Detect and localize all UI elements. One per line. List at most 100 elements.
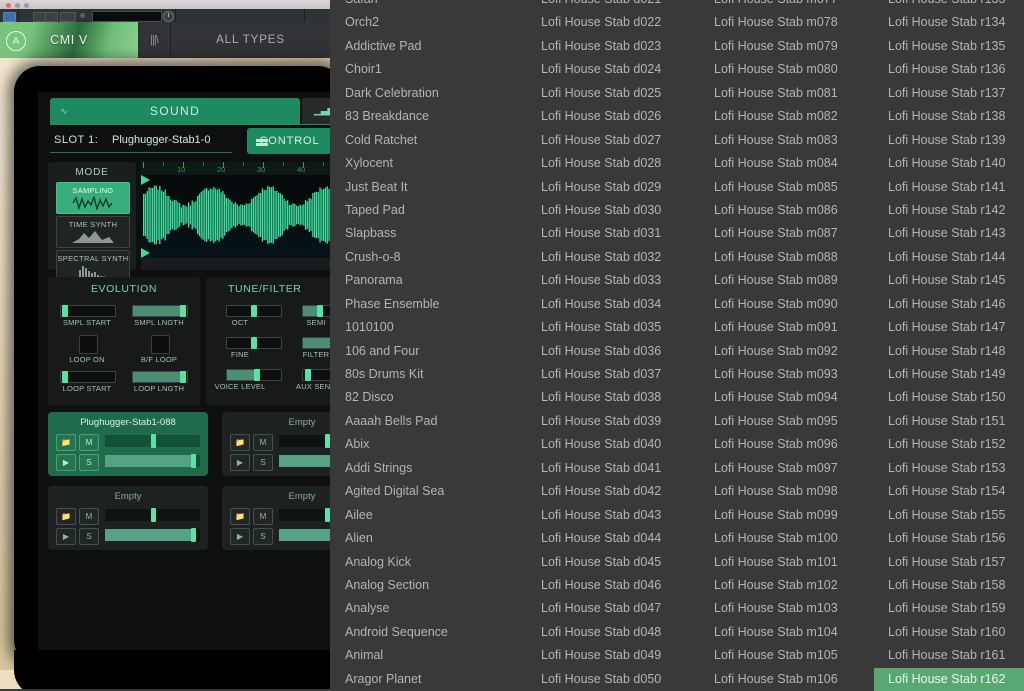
list-item[interactable]: Addictive Pad (330, 35, 526, 58)
slider-smpl-lngth[interactable] (132, 305, 188, 317)
slider-loop-start[interactable] (60, 371, 116, 383)
play-icon[interactable]: ▶ (56, 454, 76, 471)
slider-voice-level[interactable] (226, 369, 282, 381)
start-marker-icon[interactable] (141, 175, 150, 185)
list-item[interactable]: Lofi House Stab r162 (874, 667, 1024, 691)
list-item[interactable]: Lofi House Stab m089 (699, 269, 874, 292)
list-item[interactable]: Analyse (330, 597, 526, 620)
list-item[interactable]: Orch2 (330, 11, 526, 34)
maximize-icon[interactable] (24, 2, 29, 8)
list-item[interactable]: Lofi House Stab r143 (874, 222, 1024, 245)
list-item[interactable]: Lofi House Stab r139 (874, 129, 1024, 152)
list-item[interactable]: Lofi House Stab d038 (526, 386, 699, 409)
list-item[interactable]: Lofi House Stab m082 (699, 105, 874, 128)
list-item[interactable]: Lofi House Stab m091 (699, 316, 874, 339)
slider-semi[interactable] (302, 305, 330, 317)
list-item[interactable]: 1010100 (330, 316, 526, 339)
list-item[interactable]: Lofi House Stab m078 (699, 11, 874, 34)
list-item[interactable]: Lofi House Stab d030 (526, 199, 699, 222)
play-icon[interactable]: ▶ (230, 454, 250, 471)
list-item[interactable]: Lofi House Stab d027 (526, 129, 699, 152)
list-item[interactable]: Lofi House Stab d036 (526, 340, 699, 363)
mute-button[interactable]: M (253, 508, 273, 525)
list-item[interactable]: Lofi House Stab r138 (874, 105, 1024, 128)
list-item[interactable]: Panorama (330, 269, 526, 292)
record-icon[interactable] (3, 11, 16, 22)
slot-panel-3[interactable]: Empty 📁 M ▶ S (48, 486, 208, 550)
list-item[interactable]: Lofi House Stab r150 (874, 386, 1024, 409)
list-item[interactable]: Lofi House Stab d029 (526, 176, 699, 199)
list-item[interactable]: Lofi House Stab d033 (526, 269, 699, 292)
list-item[interactable]: Lofi House Stab d025 (526, 82, 699, 105)
list-item[interactable]: Lofi House Stab d040 (526, 433, 699, 456)
list-item[interactable]: Slapbass (330, 222, 526, 245)
list-item[interactable]: Lofi House Stab r146 (874, 293, 1024, 316)
list-item[interactable]: Lofi House Stab m098 (699, 480, 874, 503)
mute-button[interactable]: M (253, 434, 273, 451)
preset-column-3[interactable]: Lofi House Stab m077Lofi House Stab m078… (699, 0, 874, 686)
list-item[interactable]: Analog Kick (330, 551, 526, 574)
slot-panel-4[interactable]: Empty 📁 M ▶ S (222, 486, 330, 550)
solo-button[interactable]: S (79, 454, 99, 471)
list-item[interactable]: Xylocent (330, 152, 526, 175)
list-item[interactable]: Lofi House Stab m101 (699, 551, 874, 574)
tab-all-types[interactable]: ALL TYPES (171, 22, 330, 58)
list-item[interactable]: Choir1 (330, 58, 526, 81)
list-item[interactable]: Lofi House Stab d032 (526, 246, 699, 269)
list-item[interactable]: Lofi House Stab r144 (874, 246, 1024, 269)
toggle-bf-loop[interactable] (151, 335, 170, 354)
list-item[interactable]: Abix (330, 433, 526, 456)
slider-smpl-start[interactable] (60, 305, 116, 317)
list-item[interactable]: Lofi House Stab m093 (699, 363, 874, 386)
list-item[interactable]: Lofi House Stab d037 (526, 363, 699, 386)
list-item[interactable]: Lofi House Stab d049 (526, 644, 699, 667)
list-item[interactable]: Aaaah Bells Pad (330, 410, 526, 433)
solo-button[interactable]: S (253, 454, 273, 471)
stop-icon[interactable] (80, 13, 85, 18)
list-item[interactable]: Lofi House Stab m095 (699, 410, 874, 433)
list-item[interactable]: Lofi House Stab r157 (874, 551, 1024, 574)
host-value-field[interactable] (92, 11, 162, 22)
mode-button-sampling[interactable]: SAMPLING (56, 182, 130, 214)
play-icon[interactable]: ▶ (230, 528, 250, 545)
play-icon[interactable]: ▶ (56, 528, 76, 545)
list-item[interactable]: Analog Section (330, 574, 526, 597)
list-item[interactable]: Lofi House Stab m081 (699, 82, 874, 105)
list-item[interactable]: Lofi House Stab d031 (526, 222, 699, 245)
preset-column-2[interactable]: Lofi House Stab d021Lofi House Stab d022… (526, 0, 699, 686)
list-item[interactable]: Lofi House Stab r161 (874, 644, 1024, 667)
slot-pan-slider[interactable] (279, 508, 330, 522)
solo-button[interactable]: S (79, 528, 99, 545)
list-item[interactable]: Phase Ensemble (330, 293, 526, 316)
slider-fine[interactable] (226, 337, 282, 349)
list-item[interactable]: Lofi House Stab r147 (874, 316, 1024, 339)
list-item[interactable]: Dark Celebration (330, 82, 526, 105)
list-item[interactable]: Aragor Planet (330, 668, 526, 691)
tab-divider-icon[interactable]: |||\ (138, 22, 170, 58)
folder-icon[interactable]: 📁 (56, 508, 76, 525)
slot-level-slider[interactable] (279, 529, 330, 541)
list-item[interactable]: Lofi House Stab m084 (699, 152, 874, 175)
list-item[interactable]: 82 Disco (330, 386, 526, 409)
list-item[interactable]: Lofi House Stab m096 (699, 433, 874, 456)
list-item[interactable]: Lofi House Stab r159 (874, 597, 1024, 620)
list-item[interactable]: Lofi House Stab d026 (526, 105, 699, 128)
list-item[interactable]: Lofi House Stab m099 (699, 504, 874, 527)
list-item[interactable]: Ailee (330, 504, 526, 527)
list-item[interactable]: Taped Pad (330, 199, 526, 222)
preset-column-4[interactable]: Lofi House Stab r133Lofi House Stab r134… (874, 0, 1024, 691)
list-item[interactable]: Lofi House Stab d043 (526, 504, 699, 527)
slider-oct[interactable] (226, 305, 282, 317)
minimize-icon[interactable] (15, 2, 20, 8)
list-item[interactable]: Lofi House Stab d039 (526, 410, 699, 433)
list-item[interactable]: Lofi House Stab r152 (874, 433, 1024, 456)
list-item[interactable]: Lofi House Stab d042 (526, 480, 699, 503)
slot-pan-slider[interactable] (105, 508, 200, 522)
list-item[interactable]: Lofi House Stab m088 (699, 246, 874, 269)
value-knob[interactable] (163, 11, 174, 22)
list-item[interactable]: Lofi House Stab d046 (526, 574, 699, 597)
list-item[interactable]: Animal (330, 644, 526, 667)
list-item[interactable]: Lofi House Stab d021 (526, 0, 699, 11)
list-item[interactable]: Lofi House Stab m103 (699, 597, 874, 620)
list-item[interactable]: Lofi House Stab m087 (699, 222, 874, 245)
